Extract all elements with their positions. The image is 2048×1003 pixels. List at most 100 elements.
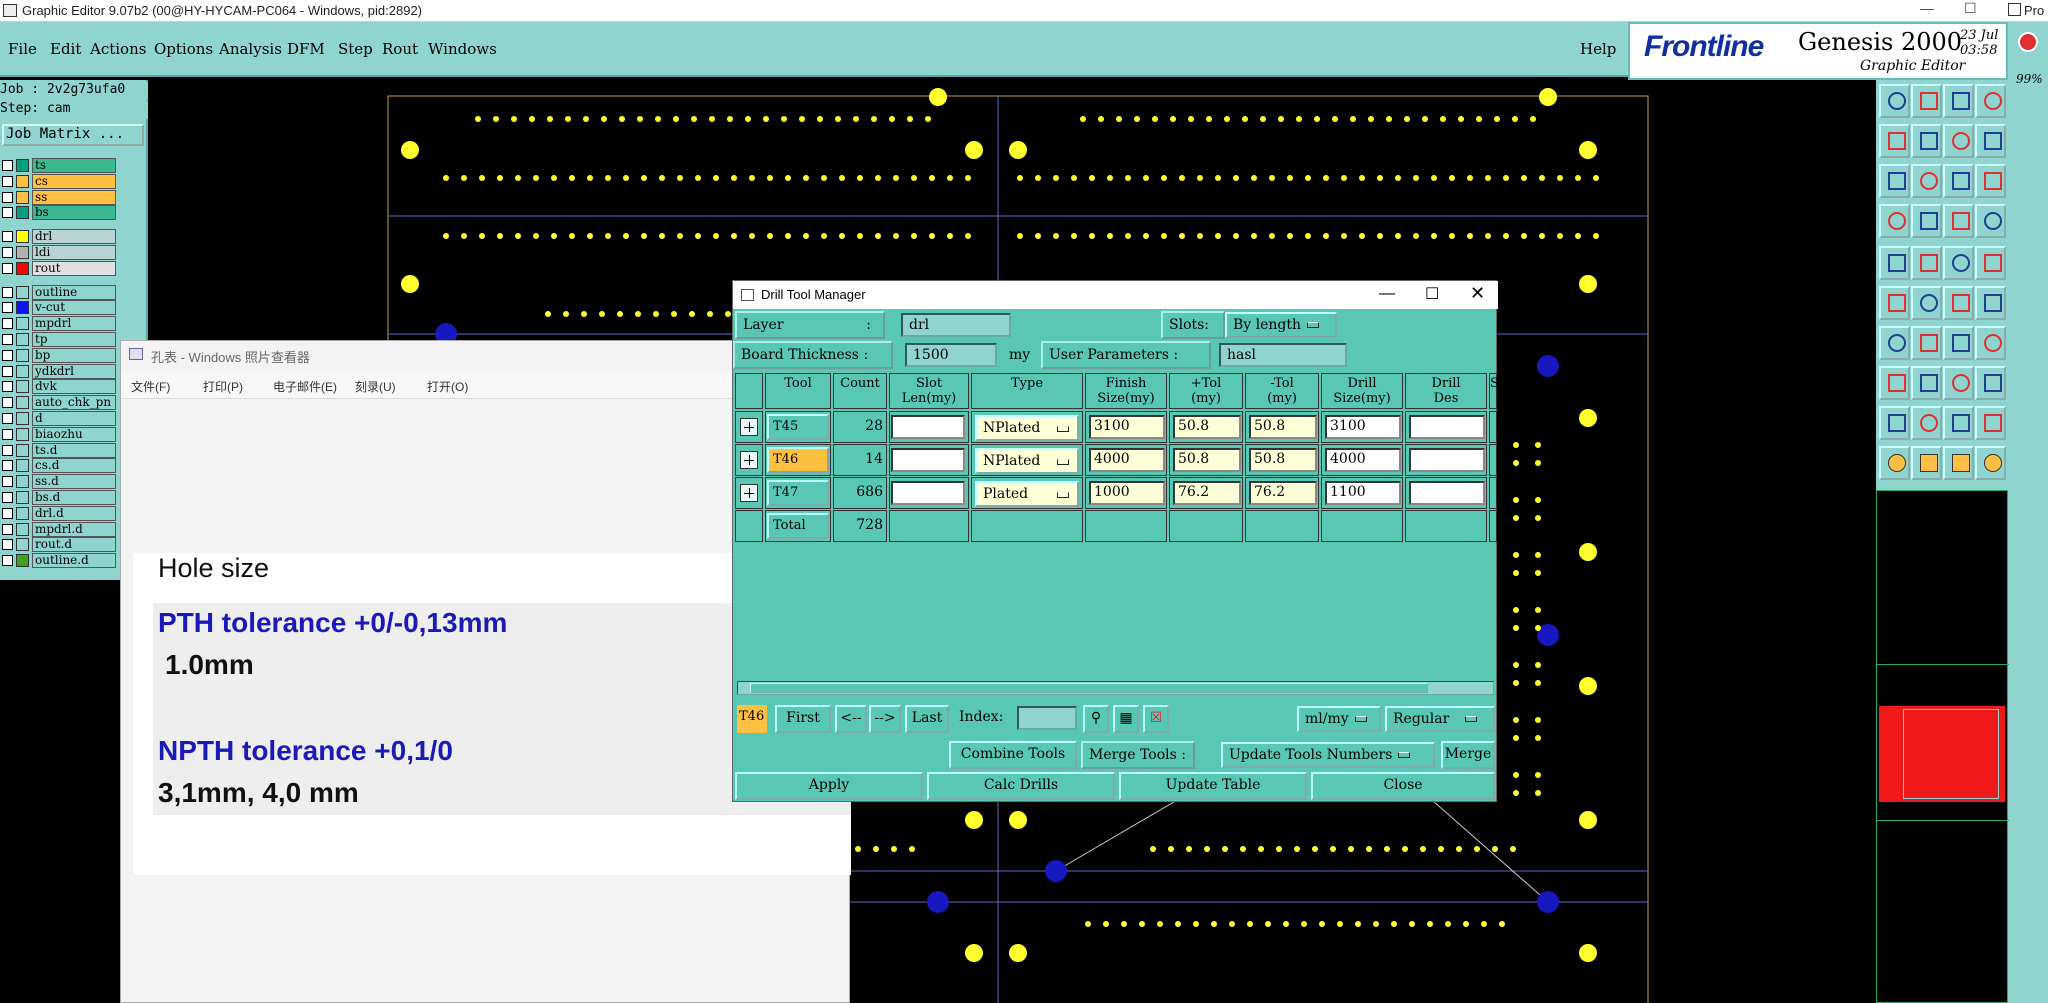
minus-tol-field[interactable]: 50.8 (1249, 415, 1317, 439)
select-icon[interactable] (1879, 446, 1910, 480)
plus-tol-field[interactable]: 50.8 (1173, 448, 1241, 472)
layer-color-swatch[interactable] (16, 522, 29, 536)
layer-color-swatch[interactable] (16, 174, 29, 188)
align-icon[interactable] (1975, 366, 2006, 400)
thickness-field[interactable]: 1500 (905, 343, 997, 367)
tool-button[interactable]: T47 (767, 480, 829, 506)
layer-field[interactable]: drl (901, 313, 1011, 337)
select-alt-icon[interactable] (1911, 446, 1942, 480)
resize-icon[interactable] (1943, 124, 1974, 158)
layer-checkbox[interactable] (2, 460, 13, 472)
layer-checkbox[interactable] (2, 286, 13, 298)
ruler-icon[interactable] (1943, 246, 1974, 280)
layer-color-swatch[interactable] (16, 301, 29, 315)
drill-des-field[interactable] (1409, 481, 1485, 505)
layer-row-cs[interactable]: cs (0, 173, 148, 189)
select-more-icon[interactable] (1943, 446, 1974, 480)
dialog-minimize-icon[interactable]: — (1379, 285, 1395, 303)
dialog-close-icon[interactable]: ✕ (1470, 283, 1485, 304)
drill-des-field[interactable] (1409, 415, 1485, 439)
merge-button[interactable]: Merge (1441, 741, 1495, 769)
layer-checkbox[interactable] (2, 539, 13, 551)
layer-checkbox[interactable] (2, 365, 13, 377)
next-button[interactable]: --> (869, 705, 901, 733)
pv-menu-print[interactable]: 打印(P) (203, 378, 243, 395)
pick-icon[interactable] (1911, 246, 1942, 280)
column-header[interactable] (735, 373, 763, 409)
menu-actions[interactable]: Actions (90, 40, 146, 58)
expand-icon[interactable] (740, 484, 758, 502)
layer-row-outline[interactable]: outline (0, 284, 148, 300)
menu-file[interactable]: File (8, 40, 37, 58)
minimap-viewport[interactable] (1903, 709, 1999, 799)
plus-tol-field[interactable]: 50.8 (1173, 415, 1241, 439)
layer-color-swatch[interactable] (16, 230, 29, 244)
home-icon[interactable] (1943, 84, 1974, 118)
filter-icon[interactable]: ▦ (1113, 705, 1139, 733)
zoom-fit-icon[interactable] (1879, 164, 1910, 198)
pad-icon[interactable] (1879, 246, 1910, 280)
layer-color-swatch[interactable] (16, 459, 29, 473)
column-header[interactable]: Tool (765, 373, 831, 409)
menu-rout[interactable]: Rout (382, 40, 418, 58)
drill-size-field[interactable]: 4000 (1325, 448, 1401, 472)
drill-size-field[interactable]: 3100 (1325, 415, 1401, 439)
plus-tol-field[interactable]: 76.2 (1173, 481, 1241, 505)
user-params-field[interactable]: hasl (1219, 343, 1347, 367)
pv-menu-email[interactable]: 电子邮件(E) (273, 378, 337, 395)
first-button[interactable]: First (775, 705, 831, 733)
layer-checkbox[interactable] (2, 334, 13, 345)
layer-color-swatch[interactable] (16, 159, 29, 172)
minus-tol-field[interactable]: 50.8 (1249, 448, 1317, 472)
last-button[interactable]: Last (905, 705, 949, 733)
layer-color-swatch[interactable] (16, 348, 29, 362)
layer-row-drl[interactable]: drl (0, 229, 148, 245)
line-alt-icon[interactable] (1975, 286, 2006, 320)
finish-size-field[interactable]: 1000 (1089, 481, 1165, 505)
layer-row-ts[interactable]: ts (0, 158, 148, 173)
measure-icon[interactable] (1943, 204, 1974, 238)
layer-checkbox[interactable] (2, 523, 13, 535)
layer-checkbox[interactable] (2, 444, 13, 456)
clear-icon[interactable]: ☒ (1143, 705, 1169, 733)
help-icon[interactable] (1975, 164, 2006, 198)
menu-windows[interactable]: Windows (428, 40, 497, 58)
zoom-area-icon[interactable] (1911, 164, 1942, 198)
grid-icon[interactable] (1911, 204, 1942, 238)
horizontal-scrollbar[interactable] (737, 681, 1494, 695)
layer-color-swatch[interactable] (16, 506, 29, 520)
column-header[interactable]: Finish Size(my) (1085, 373, 1167, 409)
layer-color-swatch[interactable] (16, 554, 29, 568)
scrollbar-thumb[interactable] (750, 683, 1428, 693)
layer-color-swatch[interactable] (16, 443, 29, 457)
tool-button[interactable]: T46 (767, 447, 829, 473)
slot-length-field[interactable] (891, 448, 965, 472)
layer-color-swatch[interactable] (16, 246, 29, 259)
minus-icon[interactable] (1911, 366, 1942, 400)
layer-color-swatch[interactable] (16, 364, 29, 378)
minus-tol-field[interactable]: 76.2 (1249, 481, 1317, 505)
layer-color-swatch[interactable] (16, 475, 29, 489)
layer-color-swatch[interactable] (16, 427, 29, 441)
pv-menu-file[interactable]: 文件(F) (131, 378, 170, 395)
stop-icon[interactable] (2018, 32, 2038, 52)
prev-button[interactable]: <-- (835, 705, 867, 733)
open-icon[interactable] (1879, 84, 1910, 118)
layer-checkbox[interactable] (2, 231, 13, 243)
dialog-maximize-icon[interactable]: ☐ (1425, 284, 1439, 304)
layer-checkbox[interactable] (2, 191, 13, 203)
layer-checkbox[interactable] (2, 349, 13, 361)
line-icon[interactable] (1943, 286, 1974, 320)
layer-checkbox[interactable] (2, 476, 13, 488)
expand-icon[interactable] (740, 418, 758, 436)
layer-checkbox[interactable] (2, 507, 13, 519)
job-matrix-button[interactable]: Job Matrix ... (2, 124, 144, 146)
measure-alt-icon[interactable] (1975, 204, 2006, 238)
segment-icon[interactable] (1911, 326, 1942, 360)
layer-row-ldi[interactable]: ldi (0, 245, 148, 260)
index-field[interactable] (1017, 706, 1077, 730)
toggle-icon[interactable] (1975, 84, 2006, 118)
layer-row-ss[interactable]: ss (0, 189, 148, 205)
mode-dropdown[interactable]: Regular (1385, 706, 1495, 732)
find-icon[interactable]: ⚲ (1083, 705, 1109, 733)
